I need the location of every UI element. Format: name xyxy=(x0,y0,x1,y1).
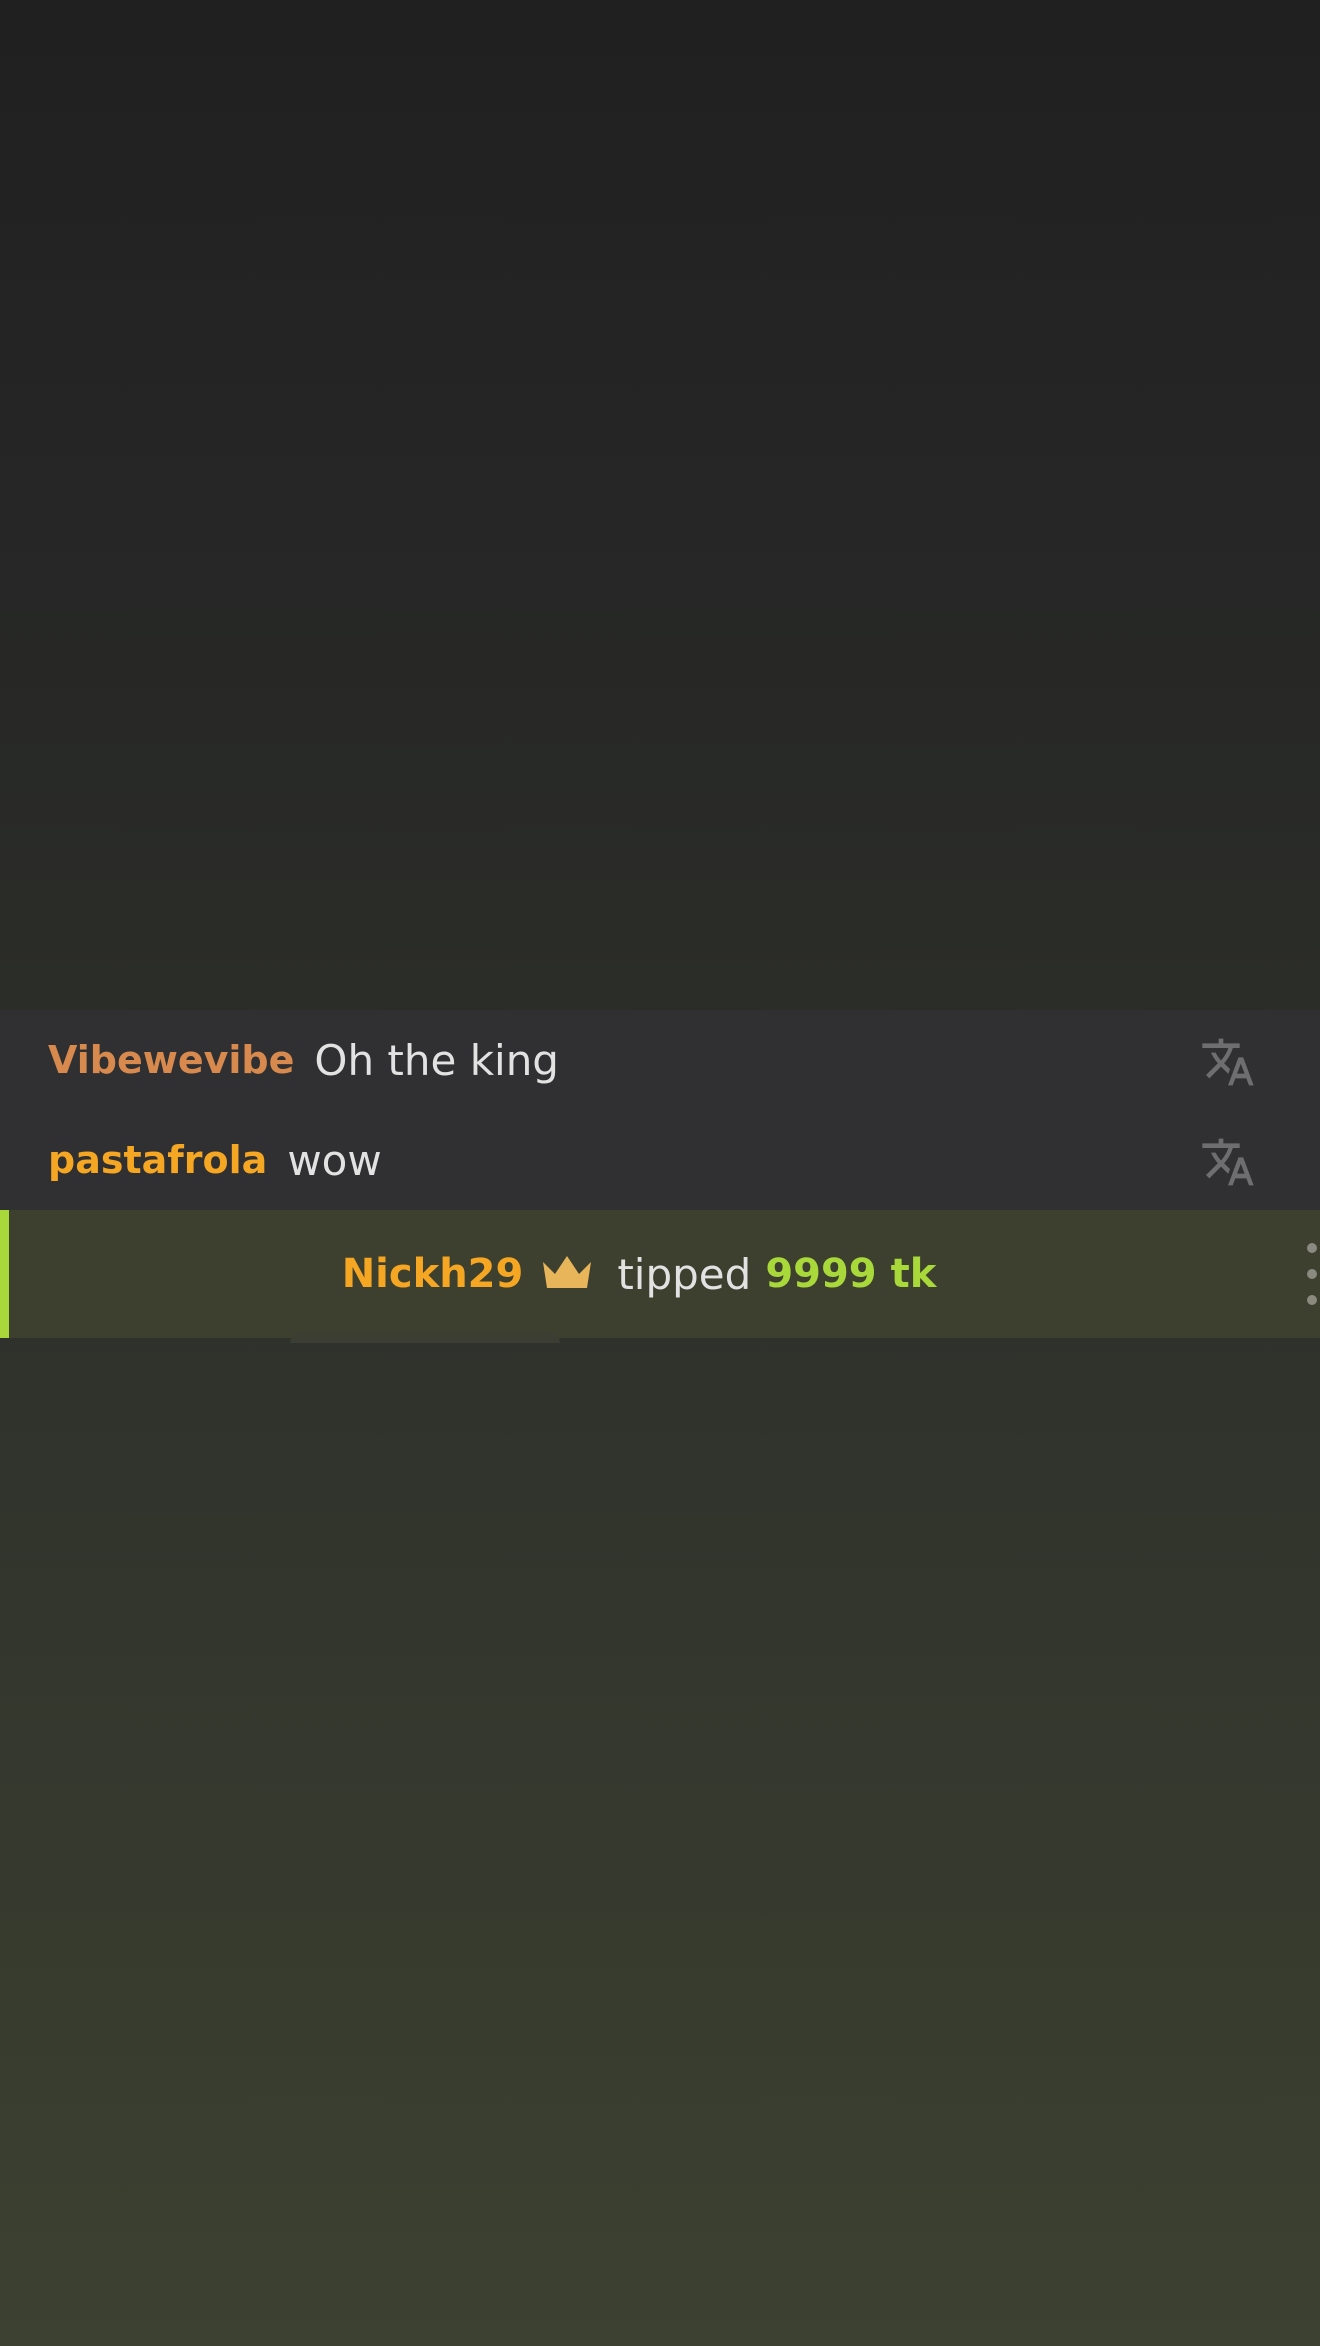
translate-icon xyxy=(1202,1138,1254,1186)
chat-username[interactable]: pastafrola xyxy=(48,1138,267,1182)
translate-button[interactable] xyxy=(1200,1034,1256,1090)
video-background xyxy=(0,0,1320,1010)
chat-message: Vibewevibe Oh the king xyxy=(0,1010,1320,1110)
chat-panel: Vibewevibe Oh the king pastafrola wow xyxy=(0,1010,1320,1210)
chat-message-text: wow xyxy=(287,1135,382,1185)
drag-handle[interactable] xyxy=(290,1333,560,1343)
crown-icon xyxy=(543,1256,592,1288)
chat-username[interactable]: Vibewevibe xyxy=(48,1038,294,1082)
chat-message-text: Oh the king xyxy=(314,1035,559,1085)
chat-message: pastafrola wow xyxy=(0,1110,1320,1210)
more-options-button[interactable] xyxy=(1300,1236,1320,1312)
tipper-username[interactable]: Nickh29 xyxy=(342,1251,524,1297)
tip-notification: Nickh29 tipped 9999 tk xyxy=(0,1210,1320,1338)
translate-button[interactable] xyxy=(1200,1134,1256,1190)
more-vertical-icon xyxy=(1307,1243,1317,1305)
tip-amount: 9999 tk xyxy=(765,1251,937,1297)
translate-icon xyxy=(1202,1038,1254,1086)
tip-verb: tipped xyxy=(617,1249,752,1299)
